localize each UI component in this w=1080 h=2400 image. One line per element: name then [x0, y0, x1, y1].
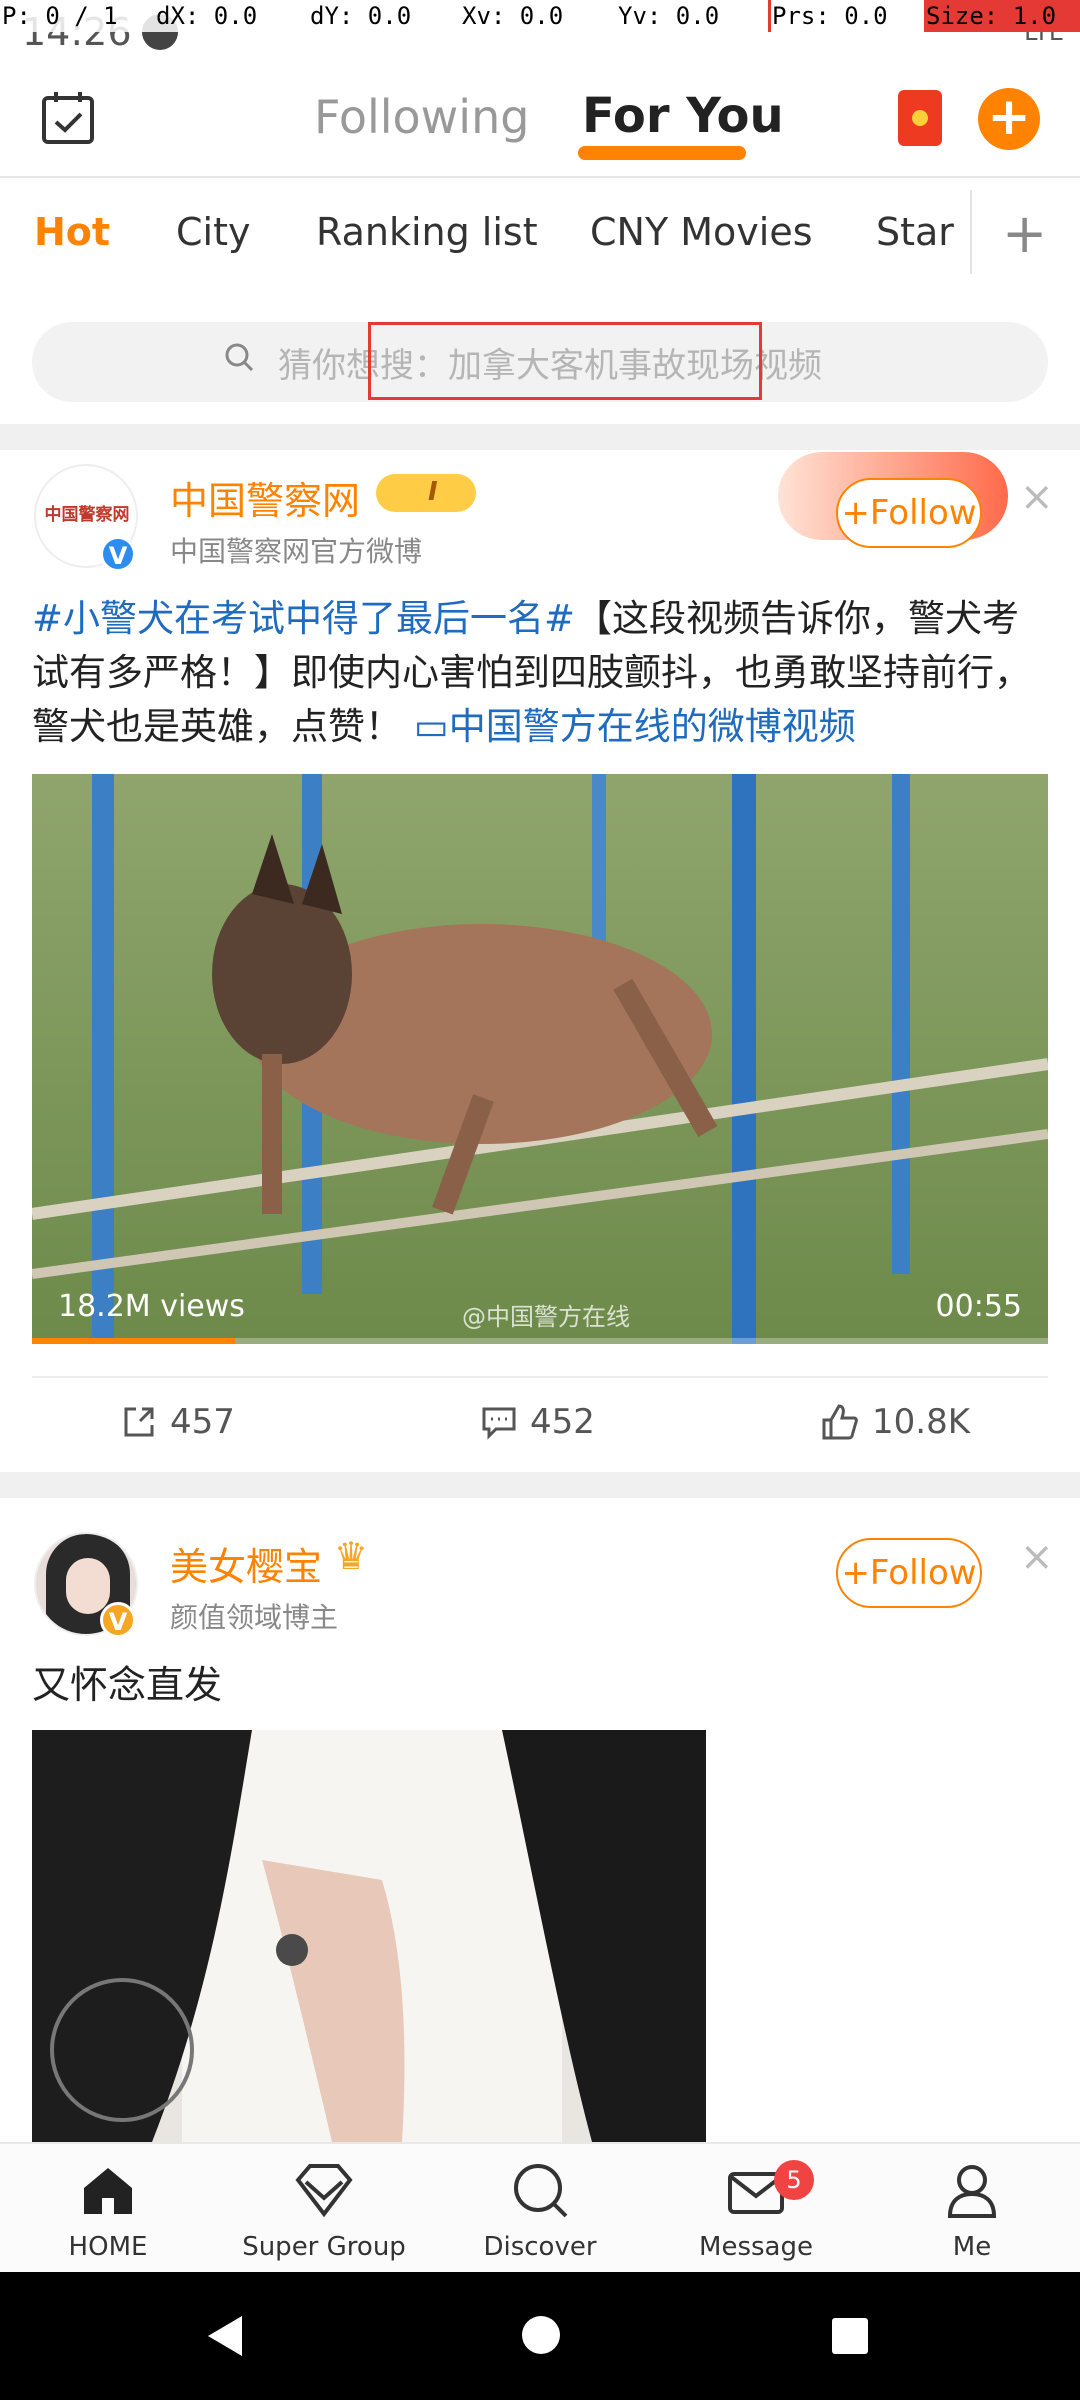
category-hot[interactable]: Hot — [34, 210, 110, 254]
debug-pressure: Prs: 0.0 — [772, 2, 888, 30]
back-icon[interactable] — [204, 2314, 248, 2358]
video-views: 18.2M views — [58, 1289, 245, 1324]
nav-me-label: Me — [952, 2232, 992, 2262]
debug-xv: Xv: 0.0 — [462, 2, 564, 30]
share-button[interactable]: 457 — [120, 1402, 235, 1442]
post-card: V 美女樱宝 ♛ 颜值领域博主 +Follow × 又怀念直发 — [0, 1498, 1080, 1728]
diamond-icon — [295, 2164, 353, 2218]
system-navigation-bar — [0, 2272, 1080, 2400]
author-name[interactable]: 中国警察网 — [170, 470, 360, 525]
video-link-text: 中国警方在线的微博视频 — [448, 705, 856, 748]
debug-dy: dY: 0.0 — [310, 2, 412, 30]
share-icon — [124, 1407, 154, 1437]
video-link[interactable]: ▭中国警方在线的微博视频 — [414, 705, 856, 748]
tab-for-you[interactable]: For You — [582, 88, 784, 144]
video-thumbnail — [32, 774, 1048, 1344]
like-count: 10.8K — [872, 1402, 970, 1442]
category-city[interactable]: City — [176, 210, 250, 254]
video-link-icon: ▭ — [413, 705, 449, 748]
nav-message-label: Message — [699, 2232, 813, 2262]
nav-discover-label: Discover — [483, 2232, 597, 2262]
follow-label: Follow — [869, 1553, 977, 1593]
comment-button[interactable]: 452 — [480, 1402, 595, 1442]
video-duration: 00:55 — [935, 1289, 1022, 1324]
post-image[interactable] — [32, 1730, 706, 2142]
category-tabs: Hot City Ranking list CNY Movies Star + — [0, 178, 1080, 296]
section-separator — [0, 1472, 1080, 1498]
home-circle-icon[interactable] — [520, 2314, 562, 2356]
debug-dx: dX: 0.0 — [156, 2, 258, 30]
debug-yv: Yv: 0.0 — [618, 2, 720, 30]
recents-icon[interactable] — [830, 2316, 870, 2356]
level-text: I — [428, 477, 438, 507]
avatar-face — [66, 1558, 110, 1614]
video-player[interactable]: 18.2M views @中国警方在线 00:55 — [32, 774, 1048, 1344]
nav-message[interactable]: 5 Message — [666, 2160, 846, 2262]
video-progress-fill — [32, 1338, 236, 1344]
follow-button[interactable]: +Follow — [836, 478, 982, 548]
post-text: #小警犬在考试中得了最后一名#【这段视频告诉你，警犬考试有多严格！】即使内心害怕… — [32, 592, 1048, 754]
nav-super-group-label: Super Group — [242, 2232, 406, 2262]
plus-icon: + — [841, 1553, 870, 1593]
author-name[interactable]: 美女樱宝 — [170, 1536, 322, 1591]
verified-badge-icon: V — [100, 536, 136, 572]
thumbs-up-icon — [822, 1404, 858, 1440]
category-cny-movies[interactable]: CNY Movies — [590, 210, 813, 254]
share-count: 457 — [170, 1402, 235, 1442]
close-icon[interactable]: × — [1020, 1534, 1054, 1580]
comment-count: 452 — [530, 1402, 595, 1442]
hashtag-link[interactable]: #小警犬在考试中得了最后一名# — [32, 597, 575, 640]
nav-discover[interactable]: Discover — [450, 2160, 630, 2262]
plus-icon: + — [841, 493, 870, 533]
post-action-bar: 457 452 10.8K — [32, 1376, 1048, 1474]
follow-button[interactable]: +Follow — [836, 1538, 982, 1608]
pointer-debug-overlay: P: 0 / 1 dX: 0.0 dY: 0.0 Xv: 0.0 Yv: 0.0… — [0, 0, 1080, 32]
bottom-nav: HOME Super Group Discover 5 Message Me — [0, 2142, 1080, 2274]
category-divider — [970, 190, 972, 274]
author-subtitle: 颜值领域博主 — [170, 1601, 339, 1634]
crown-icon: ♛ — [334, 1534, 369, 1578]
video-watermark: @中国警方在线 — [462, 1303, 630, 1331]
top-header: Following For You + — [0, 60, 1080, 178]
nav-home-label: HOME — [68, 2232, 148, 2262]
highlight-box — [368, 322, 762, 400]
active-tab-indicator — [578, 146, 746, 160]
section-separator — [0, 424, 1080, 450]
nav-me[interactable]: Me — [882, 2160, 1062, 2262]
photo-thumbnail — [32, 1730, 706, 2142]
debug-divider — [768, 0, 771, 32]
debug-pointer-count: P: 0 / 1 — [2, 2, 118, 30]
like-button[interactable]: 10.8K — [820, 1402, 970, 1442]
nav-super-group[interactable]: Super Group — [234, 2160, 414, 2262]
message-badge: 5 — [774, 2160, 814, 2200]
search-icon — [514, 2164, 568, 2218]
category-star[interactable]: Star — [876, 210, 954, 254]
post-text: 又怀念直发 — [32, 1663, 223, 1707]
tab-following[interactable]: Following — [314, 90, 529, 144]
search-icon — [225, 343, 254, 372]
person-icon — [947, 2165, 997, 2218]
crown-level-icon: I — [376, 474, 476, 512]
checkin-calendar-icon[interactable] — [38, 88, 98, 148]
debug-size: Size: 1.0 — [926, 2, 1057, 30]
verified-badge-icon: V — [100, 1602, 136, 1638]
avatar-text: 中国警察网 — [44, 505, 130, 525]
close-icon[interactable]: × — [1020, 474, 1054, 520]
category-add-icon[interactable]: + — [1002, 202, 1047, 265]
author-subtitle: 中国警察网官方微博 — [170, 535, 423, 568]
red-packet-icon[interactable] — [898, 90, 942, 146]
category-ranking-list[interactable]: Ranking list — [316, 210, 538, 254]
comment-icon — [482, 1407, 516, 1440]
follow-label: Follow — [869, 493, 977, 533]
video-progress-bar — [32, 1338, 1048, 1344]
home-icon — [84, 2168, 132, 2214]
compose-plus-button[interactable]: + — [978, 88, 1040, 150]
nav-home[interactable]: HOME — [18, 2160, 198, 2262]
